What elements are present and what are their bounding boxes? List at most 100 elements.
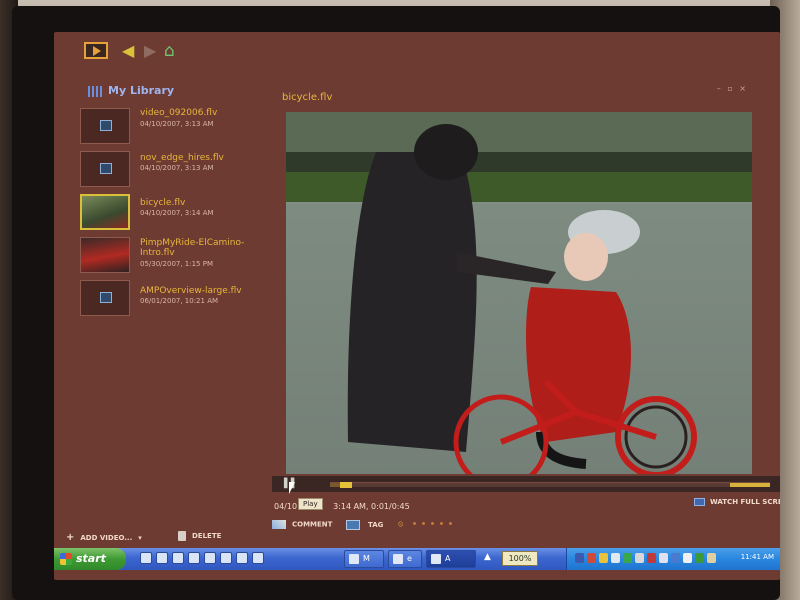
quick-launch-app-icon[interactable] <box>252 552 264 564</box>
clock: 11:41 AM <box>740 553 774 561</box>
taskbar-item-active[interactable]: A <box>426 550 476 568</box>
library-item-name: video_092006.flv <box>140 108 218 118</box>
seek-handle[interactable] <box>340 482 352 488</box>
library-item-ampoverview[interactable]: AMPOverview-large.flv 06/01/2007, 10:21 … <box>80 278 280 319</box>
tray-icon[interactable] <box>659 553 668 563</box>
tray-icon[interactable] <box>623 553 632 563</box>
rating-widget[interactable]: ⦸ <box>398 519 455 529</box>
video-thumbnail-selected <box>80 194 130 230</box>
library-icon <box>88 86 102 97</box>
app-icon <box>349 554 359 564</box>
delete-label: DELETE <box>192 532 222 540</box>
watch-full-screen-button[interactable]: WATCH FULL SCREEN <box>694 498 780 506</box>
video-file-icon <box>100 120 112 131</box>
video-info-date: 04/10 <box>274 502 298 511</box>
rating-star-5[interactable] <box>448 522 452 525</box>
video-file-icon <box>100 163 112 174</box>
browser-icon[interactable] <box>156 552 168 564</box>
start-button[interactable]: start <box>54 548 126 570</box>
monitor-icon <box>694 498 705 506</box>
add-video-label: ADD VIDEO... <box>80 534 133 542</box>
quick-launch-bar <box>140 552 268 571</box>
trash-icon <box>178 531 186 541</box>
projection-screen: ◀ ▶ ⌂ – ▫ × My Library video_092006.flv … <box>12 6 780 600</box>
comment-button[interactable]: COMMENT <box>272 520 332 529</box>
tray-icon[interactable] <box>647 553 656 563</box>
library-title: My Library <box>108 84 175 97</box>
windows-logo-icon <box>60 553 72 565</box>
video-info: 04/10 3:14 AM, 0:01/0:45 <box>274 502 410 511</box>
system-tray: 11:41 AM <box>566 548 780 570</box>
quick-launch-app-icon[interactable] <box>140 552 152 564</box>
tray-icon[interactable] <box>683 553 692 563</box>
tray-icon[interactable] <box>611 553 620 563</box>
pencil-icon <box>272 520 286 529</box>
quick-launch-app-icon[interactable] <box>204 552 216 564</box>
zoom-level[interactable]: 100% <box>502 551 538 566</box>
quick-launch-app-icon[interactable] <box>172 552 184 564</box>
library-item-name: bicycle.flv <box>140 198 186 208</box>
quick-launch-app-icon[interactable] <box>220 552 232 564</box>
seek-buffer <box>330 483 340 487</box>
taskbar-chevron-icon[interactable]: ▲ <box>484 552 491 562</box>
chevron-down-icon[interactable]: ▾ <box>138 534 142 542</box>
tray-icon[interactable] <box>575 553 584 563</box>
video-thumbnail <box>80 108 130 144</box>
video-frame-image <box>286 112 752 474</box>
library-item-bicycle[interactable]: bicycle.flv 04/10/2007, 3:14 AM <box>80 192 280 233</box>
rating-clear-icon[interactable]: ⦸ <box>398 519 403 528</box>
tag-icon <box>346 520 360 530</box>
forward-arrow-icon[interactable]: ▶ <box>144 42 156 60</box>
rating-star-3[interactable] <box>430 522 434 525</box>
window-controls[interactable]: – ▫ × <box>717 84 748 93</box>
tray-icon[interactable] <box>707 553 716 563</box>
tray-icon[interactable] <box>635 553 644 563</box>
rating-star-4[interactable] <box>439 522 443 525</box>
library-item-date: 05/30/2007, 1:15 PM <box>140 260 214 268</box>
app-icon <box>431 554 441 564</box>
video-thumbnail <box>80 151 130 187</box>
library-item-pimpmyride[interactable]: PimpMyRide-ElCamino-Intro.flv 05/30/2007… <box>80 235 280 276</box>
library-item-video-092006[interactable]: video_092006.flv 04/10/2007, 3:13 AM <box>80 106 280 147</box>
tray-icon[interactable] <box>695 553 704 563</box>
plus-icon: + <box>66 532 75 543</box>
seek-bar[interactable] <box>330 482 770 488</box>
tray-icon[interactable] <box>599 553 608 563</box>
video-file-icon <box>100 292 112 303</box>
add-video-button[interactable]: + ADD VIDEO... ▾ <box>66 532 142 543</box>
library-item-name: nov_edge_hires.flv <box>140 153 224 163</box>
video-info-time: 3:14 AM, 0:01/0:45 <box>333 502 410 511</box>
library-item-name: AMPOverview-large.flv <box>140 286 242 296</box>
tray-icon[interactable] <box>587 553 596 563</box>
library-item-name: PimpMyRide-ElCamino-Intro.flv <box>140 238 245 258</box>
taskbar: start M e A ▲ 100% 11:41 AM <box>54 548 780 570</box>
taskbar-item[interactable]: M <box>344 550 384 568</box>
comment-label: COMMENT <box>292 520 333 529</box>
library-item-nov-edge-hires[interactable]: nov_edge_hires.flv 04/10/2007, 3:13 AM <box>80 149 280 190</box>
app-window: ◀ ▶ ⌂ – ▫ × My Library video_092006.flv … <box>54 32 780 580</box>
library-list: video_092006.flv 04/10/2007, 3:13 AM nov… <box>80 106 280 321</box>
mouse-cursor-icon <box>289 482 295 494</box>
tag-label: TAG <box>368 521 384 529</box>
watch-full-screen-label: WATCH FULL SCREEN <box>710 498 780 506</box>
quick-launch-app-icon[interactable] <box>236 552 248 564</box>
quick-launch-app-icon[interactable] <box>188 552 200 564</box>
video-player[interactable] <box>286 112 752 474</box>
library-item-date: 06/01/2007, 10:21 AM <box>140 297 219 305</box>
tray-icon[interactable] <box>671 553 680 563</box>
video-title: bicycle.flv <box>282 92 333 103</box>
video-thumbnail <box>80 280 130 316</box>
taskbar-item[interactable]: e <box>388 550 422 568</box>
app-logo-icon[interactable] <box>84 42 108 59</box>
tag-button[interactable]: TAG <box>346 520 383 530</box>
video-thumbnail <box>80 237 130 273</box>
home-icon[interactable]: ⌂ <box>164 42 175 60</box>
library-item-date: 04/10/2007, 3:13 AM <box>140 120 214 128</box>
rating-star-1[interactable] <box>412 522 416 525</box>
rating-star-2[interactable] <box>421 522 425 525</box>
start-label: start <box>76 552 106 565</box>
browser-icon <box>393 554 403 564</box>
playback-control-bar: ▌▌ <box>272 476 780 492</box>
delete-button[interactable]: DELETE <box>178 531 221 541</box>
back-arrow-icon[interactable]: ◀ <box>122 42 134 60</box>
